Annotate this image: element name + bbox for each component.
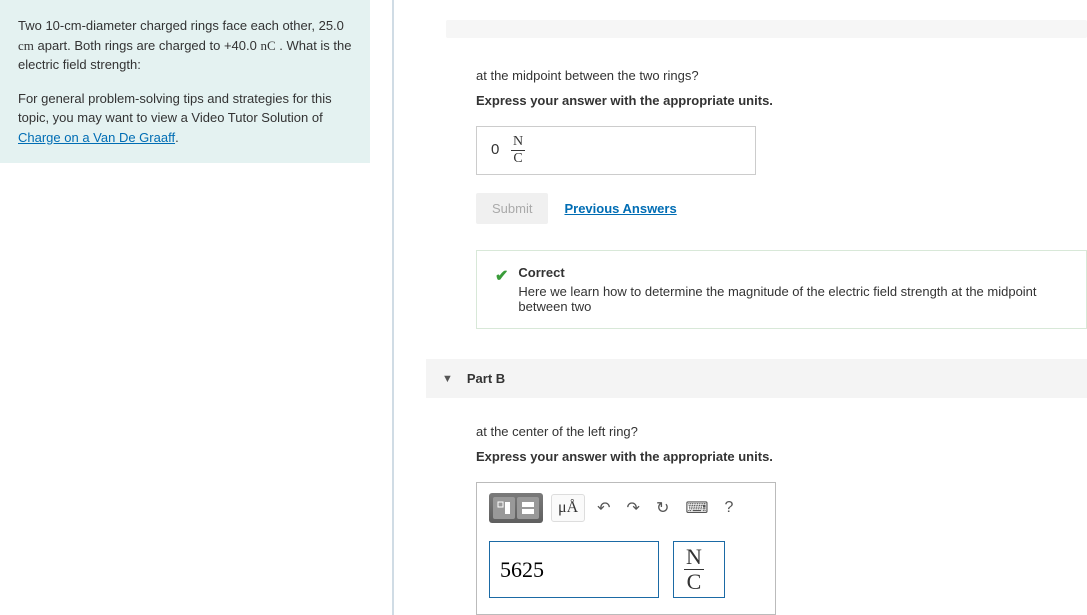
part-b-instruction: Express your answer with the appropriate… [476,449,1087,464]
caret-down-icon: ▼ [442,373,453,385]
text-fragment: . [175,130,179,145]
redo-icon[interactable]: ↷ [623,496,644,520]
keyboard-icon[interactable]: ⌨ [681,496,712,520]
unit-denominator: C [684,570,704,593]
feedback-text: Here we learn how to determine the magni… [518,284,1068,314]
unit-numerator: N [684,546,704,570]
check-icon: ✔ [495,266,508,286]
text-fragment: Two 10-cm-diameter charged rings face ea… [18,18,344,33]
template-picker[interactable] [489,493,543,523]
text-fragment: For general problem-solving tips and str… [18,91,332,126]
undo-icon[interactable]: ↶ [593,496,614,520]
units-button[interactable]: μÅ [551,494,585,522]
part-b-header[interactable]: ▼ Part B [426,359,1087,398]
part-a-header-bar [446,20,1087,38]
feedback-title: Correct [518,265,1068,280]
part-b-label: Part B [467,371,505,386]
problem-statement: Two 10-cm-diameter charged rings face ea… [0,0,370,163]
part-b-question: at the center of the left ring? [476,424,1087,439]
part-a-answer-unit: N C [511,135,525,166]
submit-button[interactable]: Submit [476,193,548,224]
part-a-instruction: Express your answer with the appropriate… [476,93,1087,108]
part-b-input-box: μÅ ↶ ↷ ↻ ⌨ ? N C [476,482,776,615]
help-icon[interactable]: ? [720,497,737,519]
unit-numerator: N [511,135,525,151]
unit-denominator: C [511,151,525,166]
part-a-answer-display: 0 N C [476,126,756,175]
template-icon-2 [517,497,539,519]
unit-cm: cm [18,38,34,53]
reset-icon[interactable]: ↻ [652,496,673,520]
value-input[interactable] [489,541,659,598]
template-icon-1 [493,497,515,519]
input-toolbar: μÅ ↶ ↷ ↻ ⌨ ? [489,493,763,523]
vertical-divider [392,0,394,615]
part-a-answer-value: 0 [491,141,499,158]
problem-tips: For general problem-solving tips and str… [18,89,352,148]
previous-answers-link[interactable]: Previous Answers [564,201,676,216]
text-fragment: apart. Both rings are charged to +40.0 [34,38,261,53]
unit-input[interactable]: N C [673,541,725,598]
unit-nc: nC [260,38,275,53]
part-a-question: at the midpoint between the two rings? [476,68,1087,83]
feedback-correct: ✔ Correct Here we learn how to determine… [476,250,1087,329]
video-tutor-link[interactable]: Charge on a Van De Graaff [18,130,175,145]
problem-text: Two 10-cm-diameter charged rings face ea… [18,16,352,75]
